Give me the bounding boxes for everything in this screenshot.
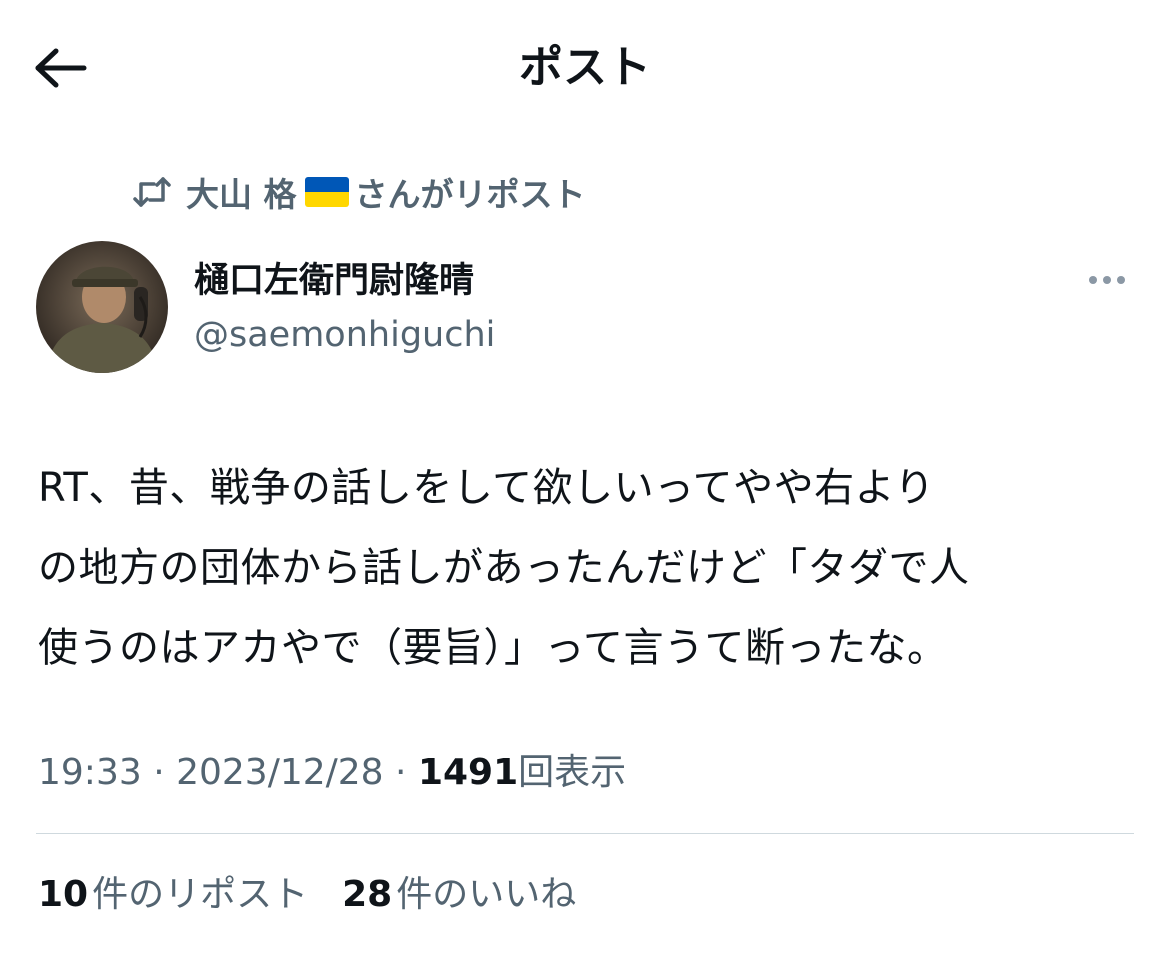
page-title: ポスト	[519, 42, 651, 93]
views-label: 回表示	[518, 752, 627, 793]
repost-banner[interactable]: 大山 格 さんがリポスト	[132, 170, 586, 214]
tweet-time[interactable]: 19:33	[38, 752, 142, 793]
tweet-date[interactable]: 2023/12/28	[176, 752, 384, 793]
likes-stat[interactable]: 28 件のいいね	[342, 870, 576, 920]
more-options-button[interactable]	[1080, 262, 1134, 298]
reposts-count: 10	[38, 874, 89, 915]
repost-suffix: さんがリポスト	[354, 175, 586, 214]
reposter-name: 大山 格	[186, 175, 297, 214]
top-bar: ポスト	[0, 0, 1170, 135]
tweet-meta: 19:33 · 2023/12/28 · 1491回表示	[38, 750, 626, 796]
likes-count: 28	[342, 874, 393, 915]
more-dot-icon	[1103, 276, 1111, 284]
more-dot-icon	[1089, 276, 1097, 284]
tweet-line: 使うのはアカやで（要旨）」って言うて断ったな。	[38, 625, 948, 671]
likes-label: 件のいいね	[396, 874, 577, 915]
more-dot-icon	[1117, 276, 1125, 284]
tweet-line: の地方の団体から話しがあったんだけど「タダで人	[38, 545, 970, 591]
divider	[36, 833, 1134, 834]
tweet-line: RT、昔、戦争の話しをして欲しいってやや右より	[38, 465, 935, 511]
avatar[interactable]	[36, 241, 168, 373]
tweet-text: RT、昔、戦争の話しをして欲しいってやや右より の地方の団体から話しがあったんだ…	[38, 448, 1138, 688]
author-display-name[interactable]: 樋口左衛門尉隆晴	[194, 258, 474, 304]
meta-separator: ·	[141, 752, 177, 793]
ukraine-flag-icon	[304, 177, 349, 207]
meta-separator: ·	[383, 752, 418, 793]
views-count: 1491	[417, 752, 519, 793]
reposts-label: 件のリポスト	[92, 874, 309, 915]
author-handle[interactable]: @saemonhiguchi	[194, 312, 495, 358]
repost-icon	[132, 175, 172, 209]
engagement-stats: 10 件のリポスト 28 件のいいね	[38, 870, 610, 920]
reposts-stat[interactable]: 10 件のリポスト	[38, 870, 308, 920]
